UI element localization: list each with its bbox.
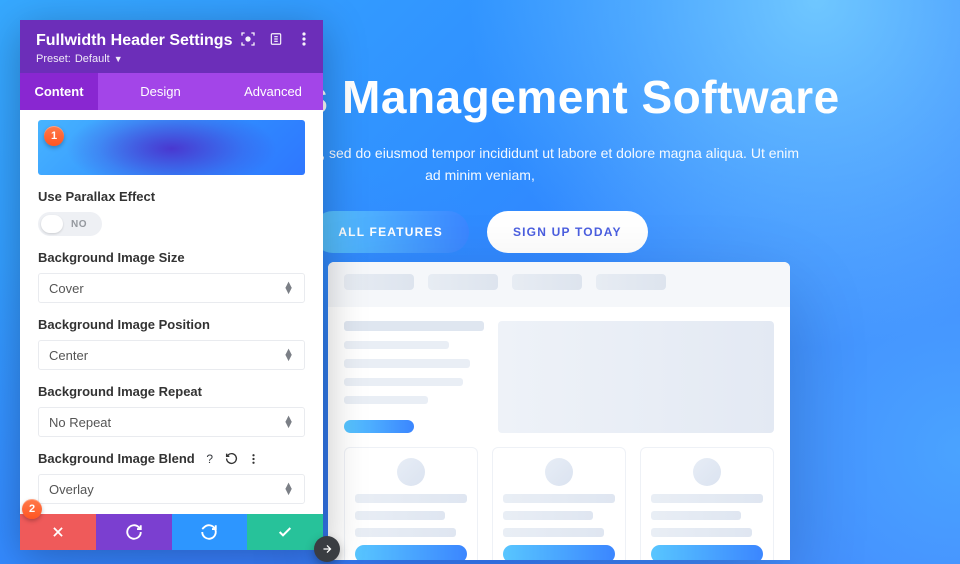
preset-label: Preset: xyxy=(36,53,71,65)
undo-button[interactable] xyxy=(96,514,172,550)
toggle-value: NO xyxy=(71,219,87,230)
field-bg-repeat: Background Image Repeat No Repeat ▲▼ xyxy=(38,384,305,437)
bg-blend-select[interactable]: Overlay ▲▼ xyxy=(38,474,305,504)
field-bg-position: Background Image Position Center ▲▼ xyxy=(38,317,305,370)
background-image-preview[interactable]: 1 xyxy=(38,120,305,175)
bg-size-select[interactable]: Cover ▲▼ xyxy=(38,273,305,303)
reset-icon[interactable] xyxy=(225,452,239,466)
redo-button[interactable] xyxy=(172,514,248,550)
tab-design[interactable]: Design xyxy=(98,73,223,110)
bg-blend-label: Background Image Blend xyxy=(38,451,195,466)
panel-footer xyxy=(20,514,323,550)
caret-icon: ▲▼ xyxy=(283,349,294,361)
panel-header: Fullwidth Header Settings Preset: Defaul… xyxy=(20,20,323,73)
expand-handle[interactable] xyxy=(314,536,340,562)
caret-icon: ▲▼ xyxy=(283,282,294,294)
save-button[interactable] xyxy=(247,514,323,550)
annotation-1: 1 xyxy=(44,126,64,146)
bg-position-label: Background Image Position xyxy=(38,317,305,332)
settings-panel: Fullwidth Header Settings Preset: Defaul… xyxy=(20,20,323,550)
more-icon[interactable] xyxy=(295,30,313,48)
panel-tabs: Content Design Advanced xyxy=(20,73,323,110)
help-icon[interactable]: ? xyxy=(203,452,217,466)
preset-value: Default xyxy=(75,53,110,65)
bg-size-value: Cover xyxy=(49,281,84,296)
bg-repeat-value: No Repeat xyxy=(49,415,111,430)
field-bg-blend: Background Image Blend ? Overlay ▲▼ xyxy=(38,451,305,504)
field-parallax: Use Parallax Effect NO xyxy=(38,189,305,236)
parallax-label: Use Parallax Effect xyxy=(38,189,305,204)
panel-body: 1 Use Parallax Effect NO Background Imag… xyxy=(20,110,323,514)
field-more-icon[interactable] xyxy=(247,452,261,466)
chevron-down-icon: ▼ xyxy=(114,54,123,64)
tab-advanced[interactable]: Advanced xyxy=(223,73,323,110)
all-features-button[interactable]: All Features xyxy=(312,211,469,253)
tab-content[interactable]: Content xyxy=(20,73,98,110)
annotation-2: 2 xyxy=(22,499,42,519)
toggle-knob xyxy=(41,215,63,233)
responsive-icon[interactable] xyxy=(267,30,285,48)
page-preview-window xyxy=(328,262,790,560)
bg-repeat-label: Background Image Repeat xyxy=(38,384,305,399)
sign-up-button[interactable]: Sign Up Today xyxy=(487,211,648,253)
bg-position-value: Center xyxy=(49,348,88,363)
focus-icon[interactable] xyxy=(239,30,257,48)
bg-position-select[interactable]: Center ▲▼ xyxy=(38,340,305,370)
caret-icon: ▲▼ xyxy=(283,483,294,495)
bg-blend-value: Overlay xyxy=(49,482,94,497)
preset-selector[interactable]: Preset: Default ▼ xyxy=(36,53,307,65)
field-bg-size: Background Image Size Cover ▲▼ xyxy=(38,250,305,303)
close-button[interactable] xyxy=(20,514,96,550)
bg-size-label: Background Image Size xyxy=(38,250,305,265)
parallax-toggle[interactable]: NO xyxy=(38,212,102,236)
caret-icon: ▲▼ xyxy=(283,416,294,428)
bg-repeat-select[interactable]: No Repeat ▲▼ xyxy=(38,407,305,437)
